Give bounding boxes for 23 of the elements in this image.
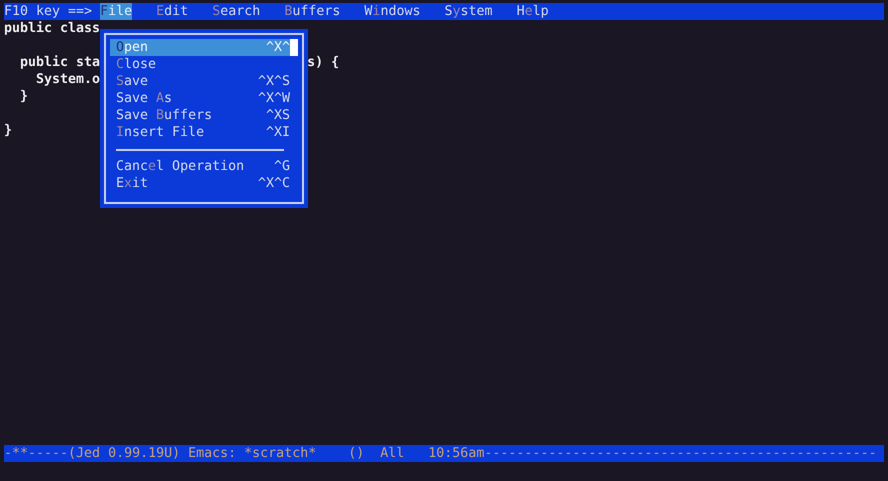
- code-line: public sta: [19, 54, 100, 71]
- code-line: public class: [4, 20, 100, 37]
- menu-title[interactable]: File: [100, 3, 132, 20]
- menu-item[interactable]: Insert File ^XI: [110, 124, 298, 141]
- menu-title[interactable]: Edit: [156, 3, 188, 20]
- menu-title[interactable]: Windows: [364, 3, 420, 20]
- menu-title[interactable]: Search: [212, 3, 260, 20]
- code-line: s) {: [307, 54, 340, 71]
- code-line: }: [4, 122, 12, 139]
- menu-item[interactable]: Open ^X^: [110, 39, 298, 56]
- menu-title[interactable]: Help: [516, 3, 549, 20]
- code-line: }: [19, 88, 28, 105]
- text-cursor-icon: [290, 39, 298, 56]
- menu-item[interactable]: Exit ^X^C: [110, 175, 298, 192]
- menu-item[interactable]: Cancel Operation ^G: [110, 158, 298, 175]
- menu-item[interactable]: Save ^X^S: [110, 73, 298, 90]
- menu-prompt: F10 key ==>: [4, 3, 94, 20]
- menu-item[interactable]: Close: [110, 56, 298, 73]
- menu-title[interactable]: System: [444, 3, 493, 20]
- menu-title[interactable]: Buffers: [284, 3, 340, 20]
- menu-item[interactable]: Save Buffers ^XS: [110, 107, 298, 124]
- menu-item[interactable]: Save As ^X^W: [110, 90, 298, 107]
- code-line: System.o: [35, 71, 100, 88]
